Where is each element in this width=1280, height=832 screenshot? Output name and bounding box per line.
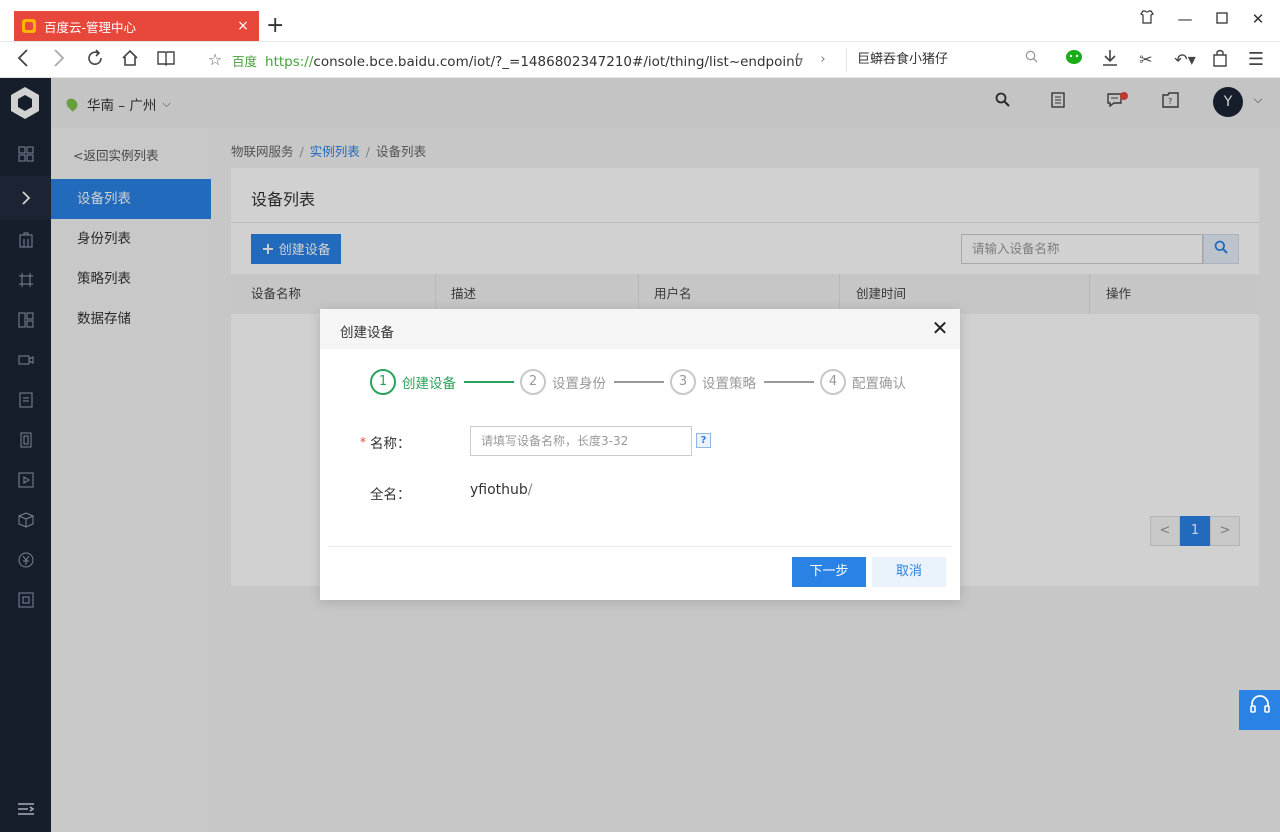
baidu-cloud-favicon-icon: [22, 19, 36, 33]
maximize-icon[interactable]: [1212, 10, 1232, 28]
bag-icon[interactable]: [1209, 49, 1231, 73]
step-label: 配置确认: [852, 376, 906, 392]
tab-close-icon[interactable]: ×: [235, 18, 251, 34]
browser-tab-title: 百度云-管理中心: [44, 19, 137, 35]
step-number: 3: [670, 369, 696, 395]
address-brand: 百度: [232, 54, 258, 69]
step-connector: [614, 381, 664, 383]
fullname-value: yfiothub/: [470, 482, 533, 498]
cancel-button[interactable]: 取消: [872, 557, 946, 587]
address-scheme: https://: [265, 54, 314, 70]
name-label: 名称：: [370, 436, 411, 452]
wechat-icon[interactable]: [1063, 49, 1085, 71]
step-number: 2: [520, 369, 546, 395]
fullname-label: 全名：: [370, 487, 411, 503]
fullname-prefix: yfiothub: [470, 482, 528, 498]
search-icon[interactable]: [1025, 48, 1038, 72]
help-icon[interactable]: ?: [696, 433, 711, 448]
download-icon[interactable]: [1099, 49, 1121, 73]
window-close-icon[interactable]: ✕: [1248, 10, 1268, 28]
browser-tab-active[interactable]: 百度云-管理中心 ×: [14, 11, 259, 41]
step-label: 设置策略: [702, 376, 756, 392]
reload-icon[interactable]: [84, 49, 106, 73]
step-number: 1: [370, 369, 396, 395]
lightning-icon[interactable]: ϟ: [788, 49, 810, 71]
home-icon[interactable]: [119, 49, 141, 73]
back-icon[interactable]: [12, 49, 34, 73]
step-create-device: 1 创建设备: [370, 369, 456, 395]
favorite-star-icon[interactable]: ☆: [204, 49, 226, 71]
menu-icon[interactable]: ☰: [1245, 49, 1267, 71]
undo-icon[interactable]: ↶▾: [1170, 49, 1200, 71]
headset-support-icon[interactable]: [1239, 690, 1280, 730]
browser-tabbar: 百度云-管理中心 × + — ✕: [0, 0, 1280, 42]
step-set-policy: 3 设置策略: [670, 369, 756, 395]
browser-addressbar: ☆ 百度 https://console.bce.baidu.com/iot/?_…: [0, 42, 1280, 78]
dialog-header: 创建设备 ✕: [320, 309, 960, 349]
fullname-separator: /: [527, 482, 533, 498]
chevron-right-icon[interactable]: ›: [812, 49, 834, 71]
next-step-button[interactable]: 下一步: [792, 557, 866, 587]
step-connector: [464, 381, 514, 383]
create-device-dialog: 创建设备 ✕ 1 创建设备 2 设置身份 3 设置策略 4 配置确认 * 名称：…: [320, 309, 960, 600]
address-path: console.bce.baidu.com/iot/?_=14868023472…: [313, 54, 800, 70]
reading-icon[interactable]: [155, 49, 177, 73]
new-tab-icon[interactable]: +: [266, 14, 284, 38]
step-set-identity: 2 设置身份: [520, 369, 606, 395]
step-connector: [764, 381, 814, 383]
address-url[interactable]: 百度 https://console.bce.baidu.com/iot/?_=1…: [232, 51, 800, 70]
step-label: 设置身份: [552, 376, 606, 392]
close-icon[interactable]: ✕: [930, 316, 950, 340]
required-mark: *: [360, 435, 366, 449]
scissors-icon[interactable]: ✂: [1135, 49, 1157, 71]
browser-search-box[interactable]: 巨蟒吞食小猪仔: [846, 48, 1046, 72]
step-confirm-config: 4 配置确认: [820, 369, 906, 395]
step-number: 4: [820, 369, 846, 395]
device-name-input[interactable]: 请填写设备名称，长度3-32: [470, 426, 692, 456]
step-label: 创建设备: [402, 376, 456, 392]
skin-icon[interactable]: [1137, 10, 1157, 28]
dialog-title: 创建设备: [340, 325, 394, 341]
minimize-icon[interactable]: —: [1175, 10, 1195, 28]
browser-search-text: 巨蟒吞食小猪仔: [857, 52, 949, 67]
forward-icon[interactable]: [48, 49, 70, 73]
